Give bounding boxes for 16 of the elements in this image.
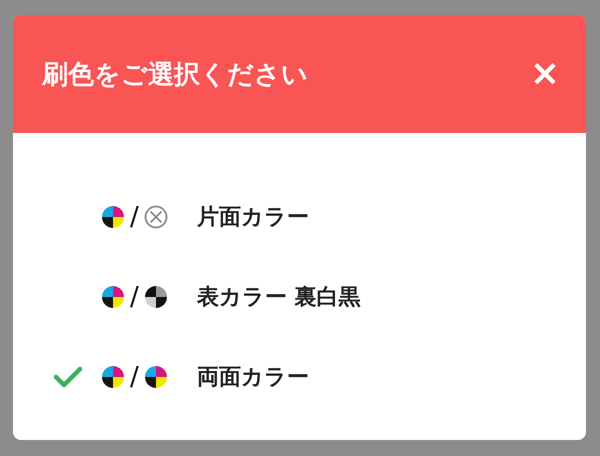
grayscale-quadrant-icon [144,285,168,309]
crossed-circle-icon [144,205,168,229]
slash-separator: / [130,282,139,312]
option-item[interactable]: / 片面カラー [13,177,586,257]
color-quadrant-icon [144,365,168,389]
dialog-title: 刷色をご選択ください [42,58,308,92]
color-quadrant-icon [101,205,125,229]
color-quadrant-icon [101,365,125,389]
option-label: 表カラー 裏白黒 [196,284,360,312]
option-item[interactable]: / 両面カラー [13,337,586,417]
slash-separator: / [130,202,139,232]
option-item[interactable]: / 表カラー 裏白黒 [13,257,586,337]
color-quadrant-icon [101,285,125,309]
option-label: 両面カラー [196,364,309,392]
slash-separator: / [130,362,139,392]
option-label: 片面カラー [196,204,309,232]
